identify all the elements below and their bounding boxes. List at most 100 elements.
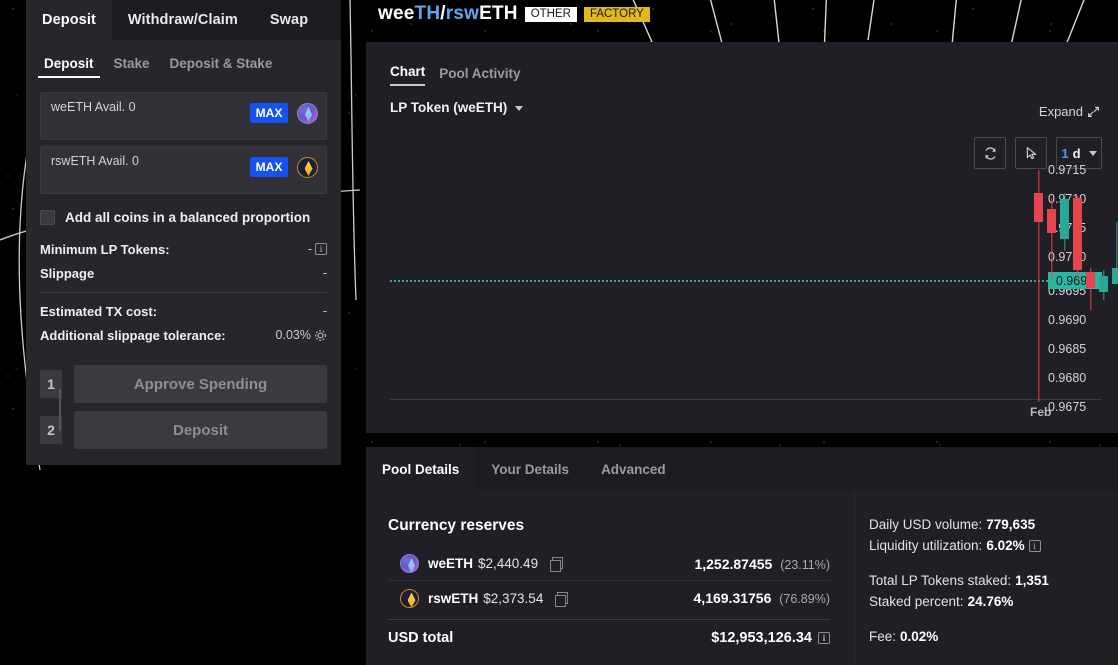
step-connector — [59, 389, 61, 431]
cursor-mode-button[interactable] — [1015, 137, 1047, 169]
candle-2 — [1060, 193, 1069, 251]
step-2: 2 Deposit — [40, 411, 327, 449]
stat-fee-label: Fee: — [869, 629, 897, 644]
row-estimated-tx-cost: Estimated TX cost: - — [40, 299, 327, 323]
app-root: Deposit Withdraw/Claim Swap Deposit Stak… — [0, 0, 1118, 665]
deposit-panel-tabs: Deposit Withdraw/Claim Swap — [26, 0, 341, 40]
token-input-rsweth[interactable]: rswETH Avail. 0 MAX — [40, 146, 327, 194]
additional-slippage-tolerance-text: 0.03% — [275, 328, 311, 342]
cursor-icon — [1026, 146, 1036, 159]
price-chart[interactable]: 0.9715 0.9710 0.9705 0.9700 0.9695 0.969… — [390, 163, 1118, 422]
candle-1 — [1047, 198, 1056, 280]
reserve-weeth-amount-text: 1,252.87455 — [694, 555, 773, 572]
tab-swap[interactable]: Swap — [254, 0, 324, 40]
stat-staked-percent-value: 24.76% — [967, 594, 1014, 609]
copy-icon[interactable] — [555, 591, 569, 607]
lp-token-select-label: LP Token (weETH) — [390, 100, 508, 115]
pool-details-body: Currency reserves weETH $2,440.49 1,252.… — [366, 491, 1118, 665]
subtab-stake[interactable]: Stake — [108, 54, 156, 78]
pair-prefix: wee — [378, 3, 415, 24]
expand-button[interactable]: Expand — [1039, 104, 1100, 119]
tab-your-details[interactable]: Your Details — [475, 447, 585, 491]
additional-slippage-tolerance-value: 0.03% — [276, 328, 327, 342]
rsweth-avail-label: rswETH Avail. 0 — [51, 154, 139, 168]
info-icon[interactable]: i — [315, 243, 327, 255]
deposit-steps: 1 Approve Spending 2 Deposit — [26, 365, 341, 449]
weeth-avail-label: weETH Avail. 0 — [51, 100, 136, 114]
refresh-button[interactable] — [974, 137, 1006, 169]
deposit-panel: Deposit Withdraw/Claim Swap Deposit Stak… — [26, 0, 341, 465]
chart-x-axis — [390, 399, 1102, 400]
usd-total-row: USD total $12,953,126.34 i — [388, 630, 830, 646]
weeth-max-button[interactable]: MAX — [250, 103, 288, 123]
stat-staked-percent-label: Staked percent: — [869, 594, 964, 609]
chart-tab-pool-activity[interactable]: Pool Activity — [439, 66, 520, 86]
info-icon[interactable]: i — [818, 632, 830, 644]
candle-3 — [1073, 196, 1082, 282]
copy-icon[interactable] — [550, 557, 564, 572]
chevron-down-icon — [515, 105, 524, 111]
expand-arrows-icon — [1088, 106, 1099, 117]
candle-5 — [1099, 270, 1108, 300]
weeth-token-icon — [400, 554, 419, 573]
weeth-token-icon — [297, 103, 318, 124]
usd-total-amount: $12,953,126.34 — [711, 630, 812, 646]
subtab-stake-label: Stake — [113, 56, 150, 71]
reserve-rsweth-price: $2,373.54 — [483, 590, 544, 606]
tab-advanced[interactable]: Advanced — [585, 447, 682, 491]
info-icon[interactable]: i — [1028, 539, 1041, 552]
pool-details-card: Pool Details Your Details Advanced Curre… — [366, 447, 1118, 665]
deposit-subtabs: Deposit Stake Deposit & Stake — [26, 40, 341, 86]
candle-4 — [1086, 268, 1095, 310]
stat-spacer — [869, 615, 1118, 629]
interval-unit: d — [1072, 145, 1081, 161]
pool-stats-section: Daily USD volume: 779,635 Liquidity util… — [854, 491, 1118, 665]
stat-spacer — [869, 559, 1118, 573]
estimated-tx-cost-label: Estimated TX cost: — [40, 303, 158, 319]
stat-fee: Fee: 0.02% — [869, 629, 1118, 644]
stat-total-lp-tokens-staked-label: Total LP Tokens staked: — [869, 573, 1012, 588]
y-tick-6: 0.9685 — [1048, 342, 1087, 356]
stat-liquidity-utilization-label: Liquidity utilization: — [869, 538, 983, 553]
approve-spending-button[interactable]: Approve Spending — [74, 365, 327, 403]
balanced-proportion-row[interactable]: Add all coins in a balanced proportion — [40, 210, 327, 225]
chevron-down-icon — [1088, 150, 1097, 156]
currency-reserves-title: Currency reserves — [388, 517, 525, 534]
chart-card: Chart Pool Activity LP Token (weETH) Exp… — [366, 42, 1118, 433]
slippage-value: - — [322, 266, 327, 280]
lp-token-select[interactable]: LP Token (weETH) — [390, 100, 524, 115]
balanced-proportion-checkbox[interactable] — [40, 210, 55, 225]
reserve-weeth-name: weETH — [428, 556, 474, 571]
minimum-lp-tokens-value: - i — [308, 242, 327, 256]
subtab-deposit-and-stake[interactable]: Deposit & Stake — [164, 54, 279, 78]
deposit-button[interactable]: Deposit — [74, 411, 327, 449]
token-input-weeth[interactable]: weETH Avail. 0 MAX — [40, 92, 327, 140]
usd-total-label: USD total — [388, 630, 454, 646]
rsweth-max-button[interactable]: MAX — [250, 157, 288, 177]
stat-daily-usd-volume: Daily USD volume: 779,635 — [869, 517, 1118, 532]
pair-mid1: TH — [414, 3, 441, 24]
badge-factory: FACTORY — [583, 6, 650, 22]
tab-pool-details[interactable]: Pool Details — [366, 447, 476, 491]
pool-pair-name: weeTH/rswETH — [378, 3, 518, 25]
subtab-deposit-label: Deposit — [44, 56, 94, 71]
stat-fee-value: 0.02% — [900, 629, 939, 644]
minimum-lp-tokens-label: Minimum LP Tokens: — [40, 241, 170, 257]
chart-card-tabs: Chart Pool Activity — [390, 64, 521, 86]
row-additional-slippage-tolerance: Additional slippage tolerance: 0.03% — [40, 323, 327, 347]
stat-total-lp-tokens-staked: Total LP Tokens staked: 1,351 — [869, 573, 1118, 588]
balanced-proportion-label: Add all coins in a balanced proportion — [65, 210, 311, 225]
gear-icon[interactable] — [314, 329, 327, 342]
expand-label: Expand — [1038, 104, 1083, 119]
candle-6 — [1112, 222, 1118, 284]
chart-tab-chart[interactable]: Chart — [390, 64, 426, 86]
tab-deposit[interactable]: Deposit — [26, 0, 112, 40]
y-tick-7: 0.9680 — [1048, 371, 1087, 385]
tab-withdraw-claim[interactable]: Withdraw/Claim — [112, 0, 254, 40]
pair-mid2: rsw — [445, 3, 480, 24]
subtab-deposit[interactable]: Deposit — [38, 54, 100, 78]
tab-withdraw-claim-label: Withdraw/Claim — [127, 12, 238, 28]
candle-0 — [1034, 170, 1043, 402]
minimum-lp-tokens-text: - — [307, 242, 312, 256]
estimated-tx-cost-value: - — [322, 304, 327, 318]
